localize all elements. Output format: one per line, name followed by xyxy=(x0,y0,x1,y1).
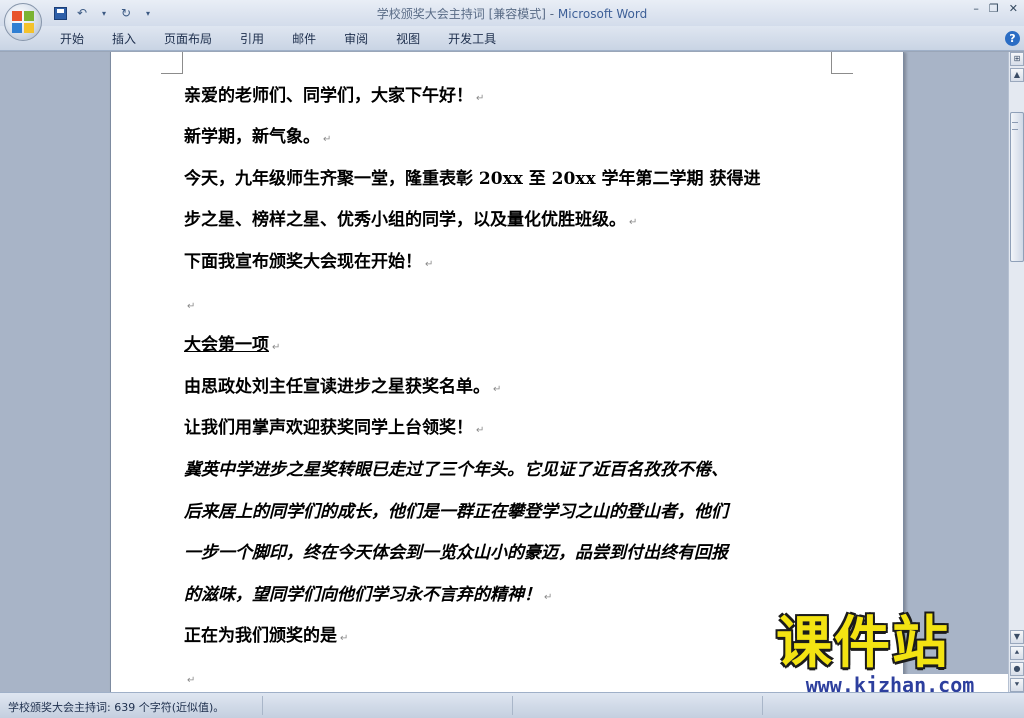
ruler-toggle-icon[interactable]: ⊞ xyxy=(1010,52,1024,66)
tab-view[interactable]: 视图 xyxy=(382,31,434,47)
window-title: 学校颁奖大会主持词 [兼容模式] - Microsoft Word xyxy=(0,5,1024,22)
status-divider xyxy=(262,696,263,715)
tab-page-layout[interactable]: 页面布局 xyxy=(150,31,226,47)
paragraph-text: 让我们用掌声欢迎获奖同学上台领奖！ xyxy=(184,418,473,438)
tab-developer[interactable]: 开发工具 xyxy=(434,31,510,47)
ribbon-tabs: 开始 插入 页面布局 引用 邮件 审阅 视图 开发工具 xyxy=(46,31,510,47)
previous-page-icon[interactable]: ⯅ xyxy=(1010,646,1024,660)
select-browse-object-icon[interactable]: ● xyxy=(1010,662,1024,676)
paragraph-text: 冀英中学进步之星奖转眼已走过了三个年头。它见证了近百名孜孜不倦、 xyxy=(184,460,728,480)
paragraph-text: 步之星、榜样之星、优秀小组的同学，以及量化优胜班级。 xyxy=(184,210,626,230)
paragraph[interactable]: 后来居上的同学们的成长，他们是一群正在攀登学习之山的登山者，他们 xyxy=(184,502,728,522)
paragraph-text: 大会第一项 xyxy=(184,335,269,355)
document-workspace: 亲爱的老师们、同学们，大家下午好！ ↵ 新学期，新气象。 ↵ 今天，九年级师生齐聚一… xyxy=(0,52,1008,692)
paragraph-heading[interactable]: 大会第一项 ↵ xyxy=(184,335,280,358)
office-logo-icon xyxy=(12,11,34,33)
paragraph-text: 新学期，新气象。 xyxy=(184,127,320,147)
paragraph[interactable]: 由思政处刘主任宣读进步之星获奖名单。 ↵ xyxy=(184,377,501,400)
paragraph-mark-icon: ↵ xyxy=(476,93,485,104)
paragraph-text: 正在为我们颁奖的是 xyxy=(184,626,337,646)
status-divider xyxy=(512,696,513,715)
tab-home[interactable]: 开始 xyxy=(46,31,98,47)
paragraph[interactable]: 让我们用掌声欢迎获奖同学上台领奖！ ↵ xyxy=(184,418,484,441)
paragraph-mark-icon: ↵ xyxy=(187,675,196,686)
watermark-logo: 课件站 www.kjzhan.com xyxy=(770,612,1010,696)
status-bar: 学校颁奖大会主持词: 639 个字符(近似值)。 xyxy=(0,692,1024,718)
status-divider xyxy=(762,696,763,715)
paragraph[interactable]: 的滋味，望同学们向他们学习永不言弃的精神！ ↵ xyxy=(184,585,552,608)
paragraph-mark-icon: ↵ xyxy=(493,384,502,395)
tab-references[interactable]: 引用 xyxy=(226,31,278,47)
paragraph[interactable]: 步之星、榜样之星、优秀小组的同学，以及量化优胜班级。 ↵ xyxy=(184,210,637,233)
ribbon-tab-bar: 开始 插入 页面布局 引用 邮件 审阅 视图 开发工具 ? xyxy=(0,26,1024,51)
paragraph[interactable]: 一步一个脚印，终在今天体会到一览众山小的豪迈，品尝到付出终有回报 xyxy=(184,543,728,563)
window-controls: – ❐ ✕ xyxy=(973,2,1018,15)
paragraph-mark-icon: ↵ xyxy=(272,342,281,353)
paragraph-text: 亲爱的老师们、同学们，大家下午好！ xyxy=(184,86,473,106)
tab-mailings[interactable]: 邮件 xyxy=(278,31,330,47)
paragraph-text: 由思政处刘主任宣读进步之星获奖名单。 xyxy=(184,377,490,397)
paragraph[interactable]: 今天，九年级师生齐聚一堂，隆重表彰 20xx 至 20xx 学年第二学期 获得进 xyxy=(184,169,760,189)
paragraph-mark-icon: ↵ xyxy=(629,217,638,228)
tab-insert[interactable]: 插入 xyxy=(98,31,150,47)
watermark-title: 课件站 xyxy=(776,611,950,676)
status-text[interactable]: 学校颁奖大会主持词: 639 个字符(近似值)。 xyxy=(8,699,224,715)
app-name: Microsoft Word xyxy=(557,7,648,21)
document-page[interactable]: 亲爱的老师们、同学们，大家下午好！ ↵ 新学期，新气象。 ↵ 今天，九年级师生齐聚一… xyxy=(110,52,904,692)
minimize-icon[interactable]: – xyxy=(973,2,979,15)
crop-mark-left xyxy=(161,52,183,74)
paragraph[interactable]: 下面我宣布颁奖大会现在开始！ ↵ xyxy=(184,252,433,275)
office-button[interactable] xyxy=(4,3,42,41)
paragraph[interactable]: 正在为我们颁奖的是 ↵ xyxy=(184,626,348,649)
paragraph[interactable]: 亲爱的老师们、同学们，大家下午好！ ↵ xyxy=(184,86,484,109)
paragraph-mark-icon: ↵ xyxy=(323,134,332,145)
paragraph-mark-icon: ↵ xyxy=(187,301,196,312)
paragraph-text: 下面我宣布颁奖大会现在开始！ xyxy=(184,252,422,272)
title-bar: ↶ ▾ ↻ ▾ 学校颁奖大会主持词 [兼容模式] - Microsoft Wor… xyxy=(0,0,1024,41)
paragraph[interactable]: ↵ xyxy=(184,294,195,317)
close-icon[interactable]: ✕ xyxy=(1009,2,1018,15)
paragraph[interactable]: ↵ xyxy=(184,668,195,691)
paragraph[interactable]: 冀英中学进步之星奖转眼已走过了三个年头。它见证了近百名孜孜不倦、 xyxy=(184,460,728,480)
scroll-grip-icon xyxy=(1012,122,1018,130)
scroll-up-icon[interactable]: ▲ xyxy=(1010,68,1024,82)
vertical-scrollbar[interactable]: ⊞ ▲ ▼ ⯅ ● ⯆ xyxy=(1008,52,1024,692)
paragraph-text: 的滋味，望同学们向他们学习永不言弃的精神！ xyxy=(184,585,541,605)
paragraph-text: 一步一个脚印，终在今天体会到一览众山小的豪迈，品尝到付出终有回报 xyxy=(184,543,728,563)
help-icon[interactable]: ? xyxy=(1005,31,1020,46)
paragraph-mark-icon: ↵ xyxy=(340,633,349,644)
tab-review[interactable]: 审阅 xyxy=(330,31,382,47)
paragraph[interactable]: 新学期，新气象。 ↵ xyxy=(184,127,331,150)
next-page-icon[interactable]: ⯆ xyxy=(1010,678,1024,692)
scroll-thumb[interactable] xyxy=(1010,112,1024,262)
crop-mark-right xyxy=(831,52,853,74)
paragraph-mark-icon: ↵ xyxy=(544,592,553,603)
paragraph-mark-icon: ↵ xyxy=(476,425,485,436)
restore-icon[interactable]: ❐ xyxy=(989,2,999,15)
paragraph-text: 今天，九年级师生齐聚一堂，隆重表彰 20xx 至 20xx 学年第二学期 获得进 xyxy=(184,169,761,189)
paragraph-mark-icon: ↵ xyxy=(425,259,434,270)
paragraph-text: 后来居上的同学们的成长，他们是一群正在攀登学习之山的登山者，他们 xyxy=(184,502,728,522)
scroll-down-icon[interactable]: ▼ xyxy=(1010,630,1024,644)
document-title: 学校颁奖大会主持词 [兼容模式] - xyxy=(376,7,558,21)
